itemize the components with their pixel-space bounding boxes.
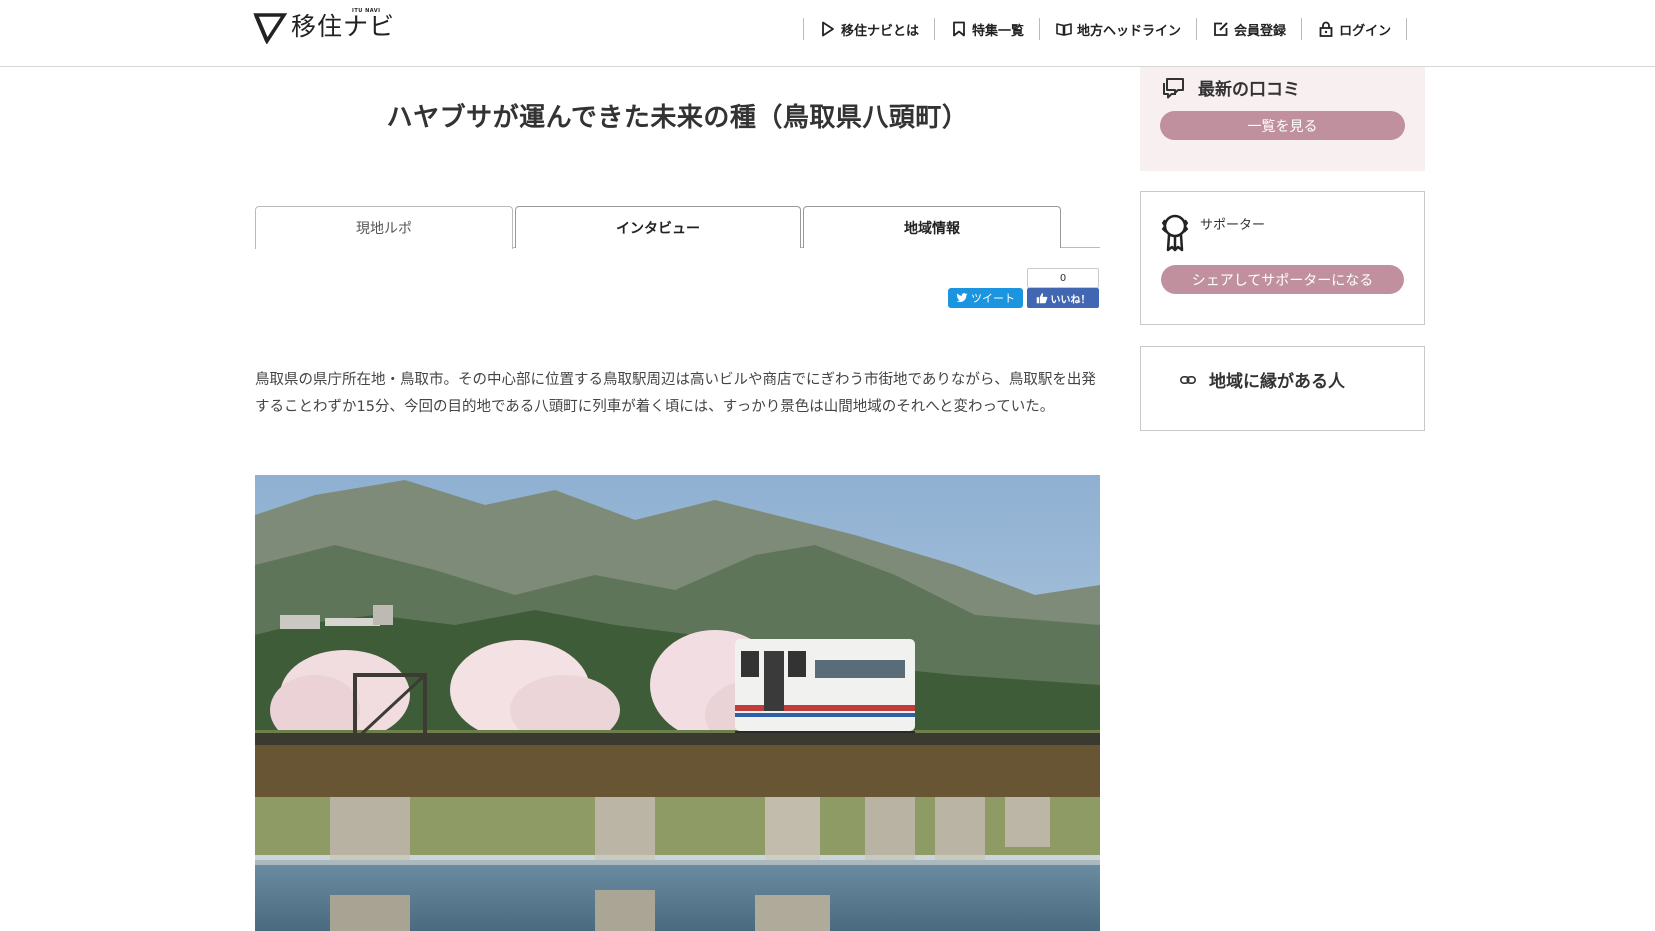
become-supporter-button[interactable]: シェアしてサポーターになる (1161, 265, 1404, 294)
nav-register[interactable]: 会員登録 (1197, 18, 1303, 40)
article-photo-train-bridge (255, 475, 1100, 931)
bookmark-icon (953, 21, 965, 37)
lock-icon (1319, 21, 1333, 37)
logo-mark-icon (253, 13, 287, 44)
nav-features-label: 特集一覧 (972, 23, 1025, 39)
latest-reviews-box: 最新の口コミ 一覧を見る (1140, 67, 1425, 171)
supporter-box: サポーター シェアしてサポーターになる (1140, 191, 1425, 325)
like-count: 0 (1027, 268, 1099, 288)
site-logo[interactable]: 移住ナビ ITU NAVI (253, 8, 395, 44)
view-all-reviews-button[interactable]: 一覧を見る (1160, 111, 1405, 140)
nav-login-label: ログイン (1339, 23, 1392, 39)
link-chain-icon (1180, 375, 1196, 384)
tab-region-info[interactable]: 地域情報 (803, 206, 1061, 248)
tweet-button[interactable]: ツイート (948, 288, 1023, 308)
tweet-label: ツイート (971, 292, 1015, 305)
book-icon (1056, 23, 1072, 36)
related-people-title[interactable]: 地域に縁がある人 (1209, 367, 1345, 392)
site-header: 移住ナビ ITU NAVI 移住ナビとは 特集一覧 地方ヘッドライン 会員登録 … (0, 0, 1655, 67)
nav-headlines[interactable]: 地方ヘッドライン (1040, 18, 1198, 40)
award-ribbon-icon (1161, 214, 1189, 252)
like-label: いいね！ (1050, 294, 1091, 306)
page-title: ハヤブサが運んできた未来の種（鳥取県八頭町） (386, 103, 969, 133)
edit-icon (1214, 22, 1228, 36)
related-people-box: 地域に縁がある人 (1140, 346, 1425, 431)
tab-interview[interactable]: インタビュー (515, 206, 801, 248)
latest-reviews-title: 最新の口コミ (1198, 80, 1300, 100)
article-lead-paragraph: 鳥取県の県庁所在地・鳥取市。その中心部に位置する鳥取駅周辺は高いビルや商店でにぎ… (255, 372, 1096, 415)
thumbs-up-icon (1036, 293, 1047, 304)
nav-headlines-label: 地方ヘッドライン (1077, 23, 1182, 39)
nav-features[interactable]: 特集一覧 (935, 18, 1041, 40)
supporter-label: サポーター (1200, 218, 1266, 233)
nav-about-label: 移住ナビとは (841, 23, 920, 39)
train-car (735, 639, 915, 739)
main-nav: 移住ナビとは 特集一覧 地方ヘッドライン 会員登録 ログイン (803, 18, 1408, 40)
latest-reviews-heading: 最新の口コミ (1160, 75, 1300, 100)
twitter-bird-icon (956, 293, 968, 303)
play-triangle-icon (822, 21, 834, 37)
article-tabs: 現地ルポ インタビュー 地域情報 (255, 206, 1100, 249)
nav-about[interactable]: 移住ナビとは (804, 18, 936, 40)
facebook-like-button[interactable]: いいね！ (1027, 288, 1099, 308)
nav-login[interactable]: ログイン (1302, 18, 1408, 40)
logo-text: 移住ナビ (291, 12, 396, 41)
related-people-heading: 地域に縁がある人 (1180, 367, 1345, 392)
train-bridge-illustration (255, 475, 1100, 931)
speech-bubbles-icon (1163, 77, 1184, 98)
tab-report[interactable]: 現地ルポ (255, 206, 513, 249)
logo-subtext: ITU NAVI (352, 8, 381, 14)
nav-register-label: 会員登録 (1234, 23, 1287, 39)
share-buttons: ツイート 0 いいね！ (255, 267, 1100, 308)
